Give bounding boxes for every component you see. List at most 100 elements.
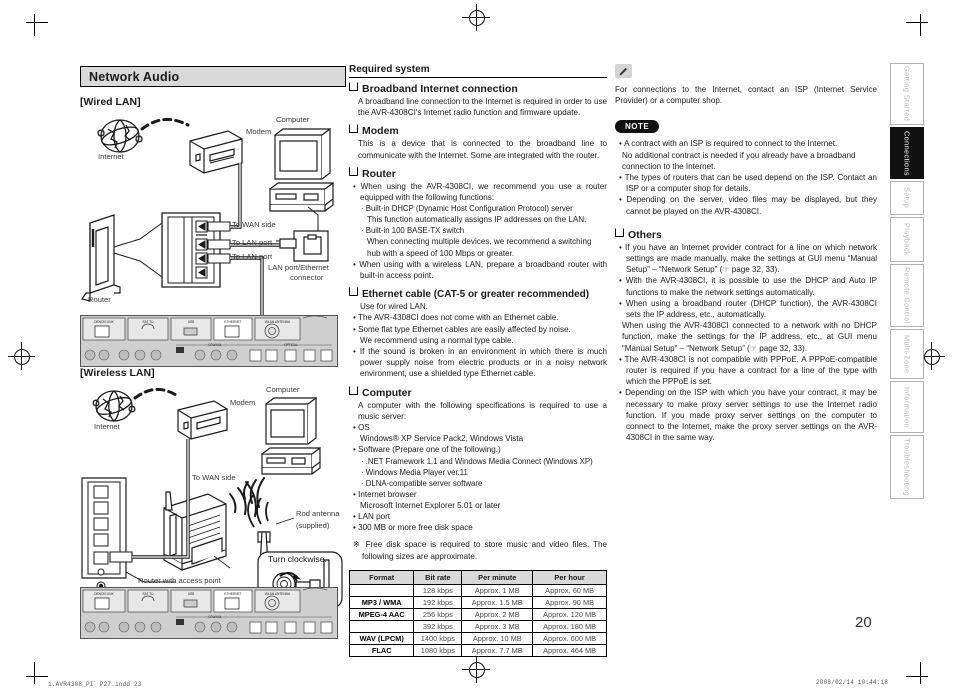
cell-bitrate: 192 kbps <box>413 595 463 609</box>
jack-label-ethernet: ETHERNET <box>224 320 242 324</box>
to-lan-port-label-1: To LAN port <box>232 238 273 247</box>
router-bullet-1: When using the AVR-4308CI, we recommend … <box>353 181 607 203</box>
computer-label: Computer <box>276 115 310 124</box>
others-bullet-4: The AVR-4308CI is not compatible with PP… <box>619 354 877 388</box>
jack-label-coaxial: COAXIAL <box>208 343 222 347</box>
tab-information[interactable]: Information <box>890 381 924 433</box>
section-router: Router When using the AVR-4308CI, we rec… <box>349 166 607 281</box>
tab-connections[interactable]: Connections <box>890 127 924 179</box>
tab-setup[interactable]: Setup <box>890 181 924 215</box>
note-bullet-3: Depending on the server, video files may… <box>619 194 877 216</box>
wireless-link-dashes-2 <box>133 387 178 400</box>
wireless-link-dashes <box>140 118 190 131</box>
cell-bitrate: 256 kbps <box>413 607 463 621</box>
jack-label-denon-link: DENON LINK <box>94 320 114 324</box>
wireless-lan-diagram: Internet Modem Computer To WAN side Rout… <box>80 382 346 639</box>
pencil-icon <box>619 67 627 75</box>
jack-label-denon-link-2: DENON LINK <box>94 592 114 596</box>
cable-plug-lan1 <box>207 239 231 250</box>
jack-label-wlan-antenna: WLAN ANTENNA <box>264 320 291 324</box>
computer-paragraph: A computer with the following specificat… <box>358 400 607 421</box>
file-size-table: Format Bit rate Per minute Per hour 128 … <box>348 569 607 657</box>
tab-remote-control[interactable]: Remote Control <box>890 264 924 327</box>
bullet-square-icon <box>349 82 358 91</box>
computer-bullet-diskspace: 300 MB or more free disk space <box>353 522 607 533</box>
jack-label-ethernet-2: ETHERNET <box>224 592 242 596</box>
cell-per-hour: Approx. 60 MB <box>532 583 607 597</box>
section-others-title: Others <box>615 227 877 241</box>
internet-label: Internet <box>98 152 124 161</box>
side-tab-strip: Getting Started Connections Setup Playba… <box>890 63 924 501</box>
cell-format <box>348 619 415 633</box>
tab-troubleshooting[interactable]: Troubleshooting <box>890 435 924 499</box>
tab-playback[interactable]: Playback <box>890 217 924 262</box>
note-bullet-1: A contract with an ISP is required to co… <box>619 138 877 149</box>
section-banner: Network Audio <box>80 66 346 87</box>
cell-per-minute: Approx. 1 MB <box>461 583 534 597</box>
cell-per-hour: Approx. 464 MB <box>532 643 607 657</box>
computer-title-text: Computer <box>362 386 412 399</box>
cell-per-minute: Approx. 3 MB <box>461 619 534 633</box>
computer-bullet-software: Software (Prepare one of the following.) <box>353 444 607 455</box>
cell-bitrate: 392 kbps <box>413 619 463 633</box>
section-ethernet-title: Ethernet cable (CAT-5 or greater recomme… <box>349 287 607 300</box>
computer-bullet-lanport: LAN port <box>353 511 607 522</box>
tab-multi-zone[interactable]: Multi-Zone <box>890 329 924 379</box>
others-bullet-2: With the AVR-4308CI, it is possible to u… <box>619 275 877 297</box>
modem-device-wireless <box>177 400 228 440</box>
ethernet-bullet-2: Some flat type Ethernet cables are easil… <box>353 324 607 335</box>
computer-os-value: Windows® XP Service Pack2, Windows Vista <box>360 434 524 444</box>
cell-format: WAV (LPCM) <box>348 631 415 645</box>
router-sub-note-1: This function automatically assigns IP a… <box>367 215 587 225</box>
jack-label-sat-tu: SAT TU <box>142 320 154 324</box>
modem-label-wireless: Modem <box>230 398 256 407</box>
page-number: 20 <box>855 614 872 631</box>
router-title-text: Router <box>362 167 396 180</box>
cable-plug-wan <box>207 221 231 232</box>
footer-timestamp: 2008/02/14 10:44:18 <box>816 679 889 686</box>
cell-format: FLAC <box>348 643 415 657</box>
to-lan-port-label-2: To LAN port <box>232 252 273 261</box>
rod-antenna-label-1: Rod antenna <box>296 509 340 518</box>
table-row: FLAC 1080 kbps Approx. 7.7 MB Approx. 46… <box>348 643 607 657</box>
required-system-heading: Required system <box>349 64 607 78</box>
rod-antenna-label-2: (supplied) <box>296 521 330 530</box>
section-others: Others If you have an Internet provider … <box>615 227 877 444</box>
table-header-row: Format Bit rate Per minute Per hour <box>348 569 607 585</box>
memo-badge <box>615 64 632 78</box>
tab-label: Setup <box>902 187 912 209</box>
to-wan-side-label: To WAN side <box>232 220 276 229</box>
computer-device-wireless <box>261 396 321 475</box>
jack-label-usb: USB <box>187 320 195 324</box>
table-row: MP3 / WMA 192 kbps Approx. 1.5 MB Approx… <box>348 595 607 609</box>
wired-lan-label: [Wired LAN] <box>80 96 141 108</box>
to-wan-side-label-wireless: To WAN side <box>192 473 236 482</box>
cell-per-minute: Approx. 1.5 MB <box>461 595 534 609</box>
tab-label: Connections <box>902 130 912 176</box>
router-partial-ports <box>81 477 127 591</box>
cell-per-hour: Approx. 180 MB <box>532 619 607 633</box>
modem-device <box>189 130 243 174</box>
lan-port-callout <box>276 206 329 262</box>
th-bitrate: Bit rate <box>413 569 463 585</box>
ethernet-bullet-3: If the sound is broken in an environment… <box>353 346 607 380</box>
ethernet-bullet-1: The AVR-4308CI does not come with an Eth… <box>353 312 607 323</box>
lan-port-ethernet-label-1: LAN port/Ethernet <box>268 263 329 272</box>
broadband-paragraph: A broadband line connection to the Inter… <box>358 97 607 118</box>
memo-text: For connections to the Internet, contact… <box>615 85 877 106</box>
note-bullet-1-cont: No additional contract is needed if you … <box>622 150 856 171</box>
tab-getting-started[interactable]: Getting Started <box>890 63 924 125</box>
computer-bullet-os: OS <box>353 422 607 433</box>
router-device <box>81 214 121 302</box>
tab-label: Troubleshooting <box>902 437 912 497</box>
others-title-text: Others <box>628 228 662 241</box>
cell-bitrate: 1400 kbps <box>413 631 463 645</box>
turn-clockwise-label: Turn clockwise. <box>268 554 327 564</box>
jack-label-wlan-antenna-2: WLAN ANTENNA <box>264 592 291 596</box>
bullet-square-icon <box>349 287 358 297</box>
others-bullet-5: Depending on the ISP with which you have… <box>619 387 877 443</box>
receiver-rear-panel-wireless: DENON LINK SAT TU USB ETHERNET WLAN ANTE… <box>80 587 338 639</box>
cell-per-hour: Approx. 600 MB <box>532 631 607 645</box>
jack-label-coaxial-2: COAXIAL <box>208 615 222 619</box>
broadband-title-text: Broadband Internet connection <box>362 83 518 95</box>
